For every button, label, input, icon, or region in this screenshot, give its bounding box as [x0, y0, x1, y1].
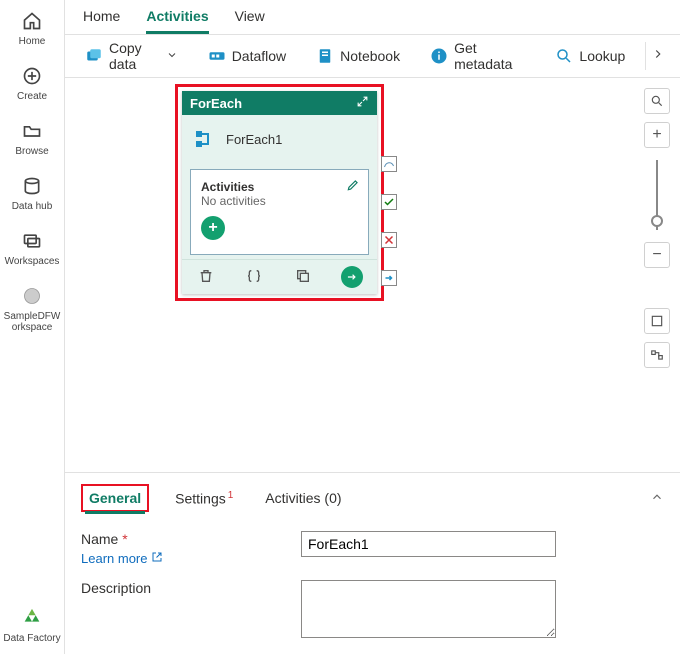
get-metadata-button[interactable]: Get metadata: [420, 34, 535, 78]
rail-data-factory[interactable]: Data Factory: [2, 607, 62, 644]
rail-datahub[interactable]: Data hub: [12, 175, 53, 212]
top-tabs: Home Activities View: [65, 0, 680, 34]
foreach-loop-icon: [192, 127, 216, 151]
port-skip[interactable]: [381, 156, 397, 172]
zoom-in-button[interactable]: +: [644, 122, 670, 148]
port-success[interactable]: [381, 194, 397, 210]
rail-sample-workspace[interactable]: SampleDFWorkspace: [2, 285, 62, 333]
rail-workspaces-label: Workspaces: [5, 256, 60, 267]
port-fail[interactable]: [381, 232, 397, 248]
rail-create[interactable]: Create: [17, 65, 47, 102]
copy-data-label: Copy data: [109, 40, 160, 72]
canvas-tools: + −: [644, 88, 670, 368]
rail-browse[interactable]: Browse: [15, 120, 48, 157]
rail-browse-label: Browse: [15, 146, 48, 157]
copy-data-icon: [85, 47, 103, 65]
lookup-button[interactable]: Lookup: [545, 41, 635, 71]
dataflow-label: Dataflow: [232, 48, 286, 64]
collapse-panel-button[interactable]: [650, 490, 664, 507]
chevron-down-icon: [166, 48, 178, 64]
run-icon[interactable]: [341, 266, 363, 288]
activities-toolbar: Copy data Dataflow Notebook: [65, 34, 680, 78]
activities-heading: Activities: [201, 180, 254, 194]
foreach-node[interactable]: ForEach ForEach1: [182, 91, 377, 294]
required-indicator: *: [122, 531, 127, 547]
rail-workspaces[interactable]: Workspaces: [5, 230, 60, 267]
auto-align-button[interactable]: [644, 342, 670, 368]
prop-tab-general[interactable]: General: [81, 484, 149, 512]
top-tab-home[interactable]: Home: [83, 8, 120, 34]
copy-data-button[interactable]: Copy data: [75, 34, 188, 78]
top-tab-view[interactable]: View: [235, 8, 265, 34]
rail-product-label: Data Factory: [2, 633, 62, 644]
zoom-out-button[interactable]: −: [644, 242, 670, 268]
foreach-footer: [182, 259, 377, 294]
description-label: Description: [81, 580, 151, 596]
rail-datahub-label: Data hub: [12, 201, 53, 212]
foreach-node-name: ForEach1: [226, 132, 282, 147]
rail-home[interactable]: Home: [19, 10, 46, 47]
foreach-activities-panel[interactable]: Activities No activities +: [190, 169, 369, 255]
left-nav-rail: Home Create Browse Data hub Workspaces: [0, 0, 65, 654]
no-activities-text: No activities: [201, 194, 358, 208]
external-link-icon: [151, 551, 163, 566]
pencil-icon[interactable]: [346, 178, 360, 195]
name-input[interactable]: [301, 531, 556, 557]
toolbar-more-button[interactable]: [645, 42, 670, 70]
rail-home-label: Home: [19, 36, 46, 47]
properties-panel: General Settings1 Activities (0) Name * …: [65, 472, 680, 654]
workspace-icon: [21, 285, 43, 307]
foreach-node-highlight: ForEach ForEach1: [175, 84, 384, 301]
get-metadata-label: Get metadata: [454, 40, 525, 72]
dataflow-button[interactable]: Dataflow: [198, 41, 296, 71]
prop-tab-settings[interactable]: Settings1: [169, 486, 239, 511]
prop-tab-activities[interactable]: Activities (0): [259, 486, 347, 510]
foreach-titlebar[interactable]: ForEach: [182, 91, 377, 115]
rail-sample-label: SampleDFWorkspace: [2, 311, 62, 333]
description-input[interactable]: [301, 580, 556, 638]
port-completion[interactable]: [381, 270, 397, 286]
expand-icon[interactable]: [356, 95, 369, 111]
chevron-right-icon: [651, 47, 665, 66]
folder-icon: [21, 120, 43, 142]
data-factory-icon: [21, 607, 43, 629]
notebook-icon: [316, 47, 334, 65]
add-activity-button[interactable]: +: [201, 216, 225, 240]
top-tab-activities[interactable]: Activities: [146, 8, 208, 34]
rail-create-label: Create: [17, 91, 47, 102]
node-port-column: [381, 156, 397, 286]
properties-tabs: General Settings1 Activities (0): [81, 479, 664, 517]
zoom-slider-track[interactable]: [656, 160, 658, 230]
trash-icon[interactable]: [196, 266, 216, 286]
name-label: Name: [81, 531, 118, 547]
info-icon: [430, 47, 448, 65]
dataflow-icon: [208, 47, 226, 65]
canvas-search-button[interactable]: [644, 88, 670, 114]
home-icon: [21, 10, 43, 32]
braces-icon[interactable]: [244, 266, 264, 286]
workspaces-icon: [21, 230, 43, 252]
notebook-button[interactable]: Notebook: [306, 41, 410, 71]
notebook-label: Notebook: [340, 48, 400, 64]
plus-circle-icon: [21, 65, 43, 87]
lookup-label: Lookup: [579, 48, 625, 64]
database-icon: [21, 175, 43, 197]
zoom-slider-handle[interactable]: [651, 215, 663, 227]
search-icon: [555, 47, 573, 65]
foreach-title: ForEach: [190, 96, 242, 111]
copy-icon[interactable]: [293, 266, 313, 286]
pipeline-canvas[interactable]: ForEach ForEach1: [65, 78, 680, 472]
settings-error-badge: 1: [228, 490, 234, 501]
fit-to-screen-button[interactable]: [644, 308, 670, 334]
learn-more-link[interactable]: Learn more: [81, 551, 163, 566]
